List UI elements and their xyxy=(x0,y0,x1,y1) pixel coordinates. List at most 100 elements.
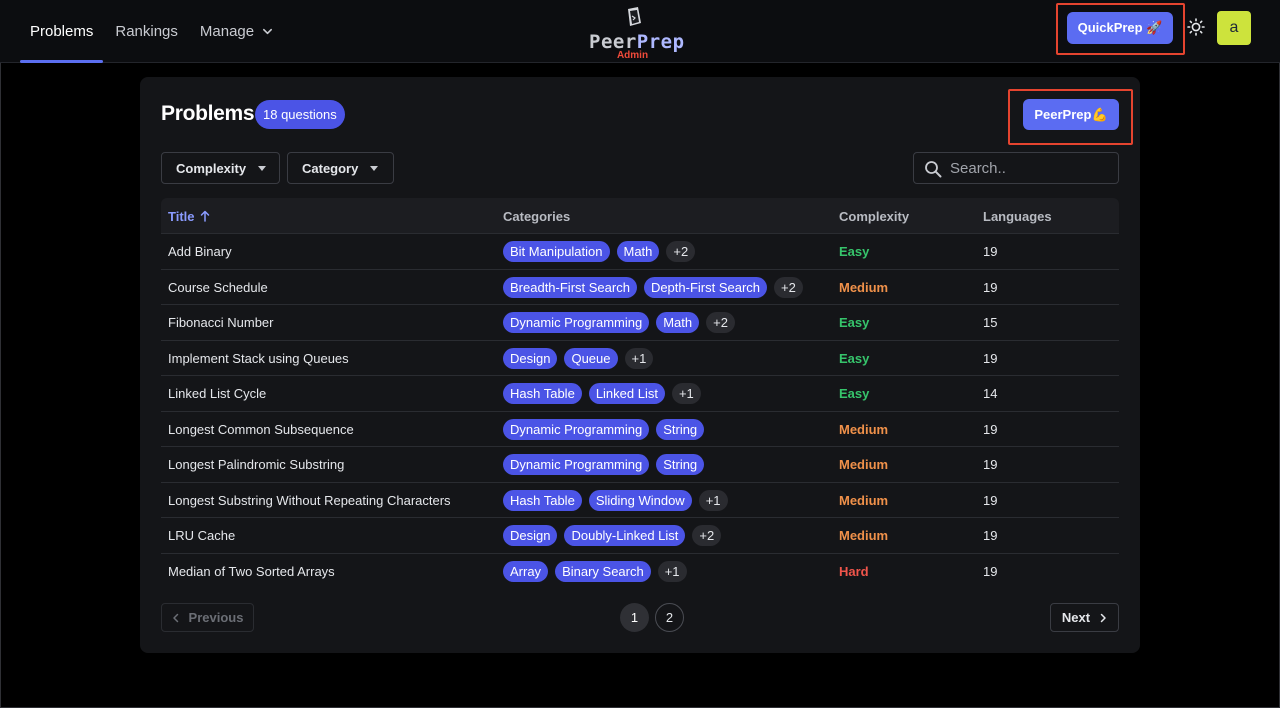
more-tags-badge: +1 xyxy=(657,560,687,582)
category-tags: Dynamic Programming String xyxy=(503,412,711,447)
category-tags: Dynamic Programming Math +2 xyxy=(503,305,742,340)
quickprep-button[interactable]: QuickPrep 🚀 xyxy=(1067,12,1173,44)
caret-down-icon xyxy=(258,165,267,171)
arrow-up-icon xyxy=(200,210,209,222)
category-tags: Design Queue +1 xyxy=(503,341,660,376)
nav-rankings[interactable]: Rankings xyxy=(105,0,188,62)
nav-problems-label: Problems xyxy=(30,22,94,40)
nav-manage-dropdown[interactable]: Manage xyxy=(190,0,283,62)
search-input[interactable] xyxy=(950,157,1110,179)
complexity-label: Medium xyxy=(839,528,889,543)
problem-title[interactable]: Course Schedule xyxy=(168,270,268,305)
caret-down-icon xyxy=(370,165,379,171)
problem-title[interactable]: Add Binary xyxy=(168,234,232,269)
languages-count: 19 xyxy=(983,279,998,295)
search-box xyxy=(913,152,1119,184)
previous-page-button: Previous xyxy=(161,603,254,632)
category-tag: Dynamic Programming xyxy=(503,418,650,440)
more-tags-badge: +2 xyxy=(666,241,696,262)
category-tag: Breadth-First Search xyxy=(503,276,637,298)
complexity-label: Medium xyxy=(839,421,889,437)
category-tag: Design xyxy=(503,347,558,369)
category-tags: Array Binary Search +1 xyxy=(503,554,694,589)
languages-count: 19 xyxy=(983,350,998,366)
category-filter-label: Category xyxy=(302,160,359,176)
complexity-filter-label: Complexity xyxy=(176,160,247,176)
table-row[interactable]: Linked List Cycle Hash Table Linked List +1… xyxy=(161,376,1119,412)
category-tag: Design xyxy=(503,525,558,546)
table-row[interactable]: Longest Substring Without Repeating Char… xyxy=(161,483,1119,518)
problem-title[interactable]: Longest Common Subsequence xyxy=(168,412,354,447)
chevron-left-icon xyxy=(172,613,178,622)
category-tag: Dynamic Programming xyxy=(503,312,650,333)
complexity-label: Hard xyxy=(839,563,869,579)
peerprep-logo[interactable]: PeerPrep Admin xyxy=(589,3,684,61)
column-header-title[interactable]: Title xyxy=(168,198,210,234)
table-row[interactable]: Median of Two Sorted Arrays Array Binary S… xyxy=(161,554,1119,590)
complexity-filter-dropdown[interactable]: Complexity xyxy=(161,152,280,184)
complexity-label: Easy xyxy=(839,350,870,366)
more-tags-badge: +2 xyxy=(774,276,803,298)
table-row[interactable]: Implement Stack using Queues Design Queue +… xyxy=(161,341,1119,376)
problems-table: Title Categories Complexity Languages Ad… xyxy=(161,198,1119,589)
category-tag: Sliding Window xyxy=(588,489,692,511)
table-row[interactable]: Add Binary Bit Manipulation Math +2 Easy 19 xyxy=(161,234,1119,270)
table-row[interactable]: Longest Palindromic Substring Dynamic Pro… xyxy=(161,447,1119,483)
problem-title[interactable]: Longest Substring Without Repeating Char… xyxy=(168,483,451,518)
languages-count: 19 xyxy=(983,457,998,472)
table-row[interactable]: Fibonacci Number Dynamic Programming Math +… xyxy=(161,305,1119,341)
more-tags-badge: +2 xyxy=(706,312,735,333)
peerprep-button[interactable]: PeerPrep💪 xyxy=(1023,99,1119,130)
nav-manage-label: Manage xyxy=(199,22,255,40)
logo-wordmark: PeerPrep xyxy=(589,32,684,52)
column-header-categories[interactable]: Categories xyxy=(503,198,570,234)
category-tags: Dynamic Programming String xyxy=(503,447,711,482)
logo-admin-subtitle: Admin xyxy=(616,50,649,61)
problem-title[interactable]: Fibonacci Number xyxy=(168,305,274,340)
nav-problems[interactable]: Problems xyxy=(20,0,104,63)
more-tags-badge: +1 xyxy=(698,489,728,511)
problem-title[interactable]: Implement Stack using Queues xyxy=(168,341,349,376)
page-title: Problems xyxy=(161,102,255,125)
chevron-down-icon xyxy=(263,28,273,34)
next-label: Next xyxy=(1061,610,1091,625)
languages-count: 19 xyxy=(983,528,998,543)
category-tag: String xyxy=(656,418,705,440)
category-tag: Doubly-Linked List xyxy=(564,525,686,546)
category-tag: Depth-First Search xyxy=(643,276,768,298)
problem-title[interactable]: Median of Two Sorted Arrays xyxy=(168,554,335,589)
more-tags-badge: +1 xyxy=(671,383,701,404)
table-row[interactable]: Course Schedule Breadth-First Search Depth… xyxy=(161,270,1119,305)
languages-count: 19 xyxy=(983,244,998,259)
complexity-label: Medium xyxy=(839,279,889,295)
table-row[interactable]: Longest Common Subsequence Dynamic Progra… xyxy=(161,412,1119,447)
user-avatar[interactable]: a xyxy=(1217,11,1251,45)
category-tag: Dynamic Programming xyxy=(503,454,650,475)
category-filter-dropdown[interactable]: Category xyxy=(287,152,394,184)
category-tag: Bit Manipulation xyxy=(503,241,610,262)
column-header-languages[interactable]: Languages xyxy=(983,198,1052,234)
category-tag: Math xyxy=(616,241,660,262)
previous-label: Previous xyxy=(188,610,244,625)
search-icon xyxy=(925,161,942,178)
page-2-button[interactable]: 2 xyxy=(655,603,684,632)
languages-count: 15 xyxy=(983,315,998,330)
next-page-button[interactable]: Next xyxy=(1050,603,1119,632)
nav-rankings-label: Rankings xyxy=(115,22,178,40)
problem-title[interactable]: LRU Cache xyxy=(168,518,235,553)
theme-toggle-button[interactable] xyxy=(1182,11,1210,43)
languages-count: 19 xyxy=(983,492,998,508)
column-header-complexity[interactable]: Complexity xyxy=(839,198,909,234)
category-tag: Hash Table xyxy=(503,383,582,404)
chevron-right-icon xyxy=(1100,613,1106,622)
more-tags-badge: +1 xyxy=(624,347,654,369)
complexity-label: Easy xyxy=(839,315,870,330)
table-header: Title Categories Complexity Languages xyxy=(161,198,1119,234)
category-tags: Breadth-First Search Depth-First Search +2 xyxy=(503,270,810,305)
category-tags: Hash Table Sliding Window +1 xyxy=(503,483,735,518)
problem-title[interactable]: Longest Palindromic Substring xyxy=(168,447,344,482)
category-tag: Hash Table xyxy=(503,489,582,511)
table-row[interactable]: LRU Cache Design Doubly-Linked List +2 Mediu… xyxy=(161,518,1119,554)
problem-title[interactable]: Linked List Cycle xyxy=(168,376,266,411)
page-1-button[interactable]: 1 xyxy=(620,603,649,632)
